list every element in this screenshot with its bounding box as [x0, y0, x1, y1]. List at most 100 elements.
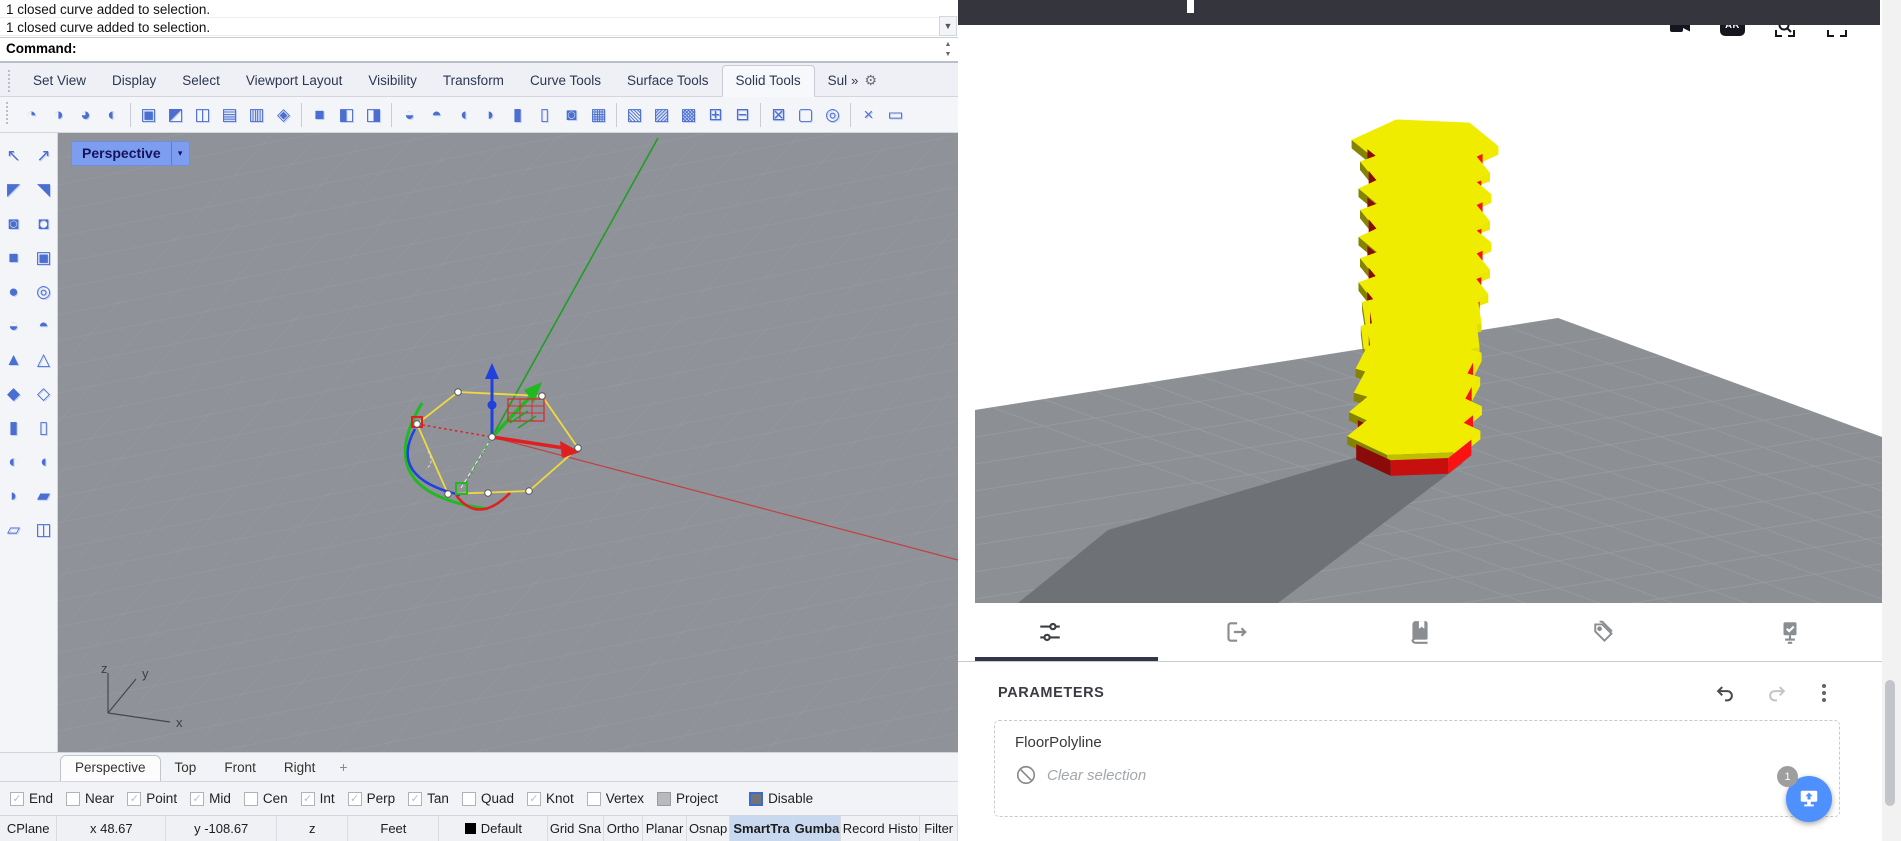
osnap-near[interactable]: Near [66, 791, 114, 806]
status-smarttra[interactable]: SmartTra [730, 816, 793, 841]
slab-icon[interactable]: ▰ [31, 483, 56, 508]
status-z[interactable]: z [277, 816, 348, 841]
status-default[interactable]: Default [439, 816, 548, 841]
status-record-histo[interactable]: Record Histo [841, 816, 920, 841]
gumball-z-dot[interactable] [488, 401, 497, 410]
viewport-canvas[interactable]: z y x [58, 133, 958, 752]
pipe-round-icon[interactable]: ◗ [1, 483, 26, 508]
unroll-surface-icon[interactable]: ⊞ [702, 101, 729, 128]
extract-surface-icon[interactable]: ▢ [792, 101, 819, 128]
tab-overflow-chevron-icon[interactable]: » [849, 66, 860, 96]
extrude-straight-icon[interactable]: ■ [306, 101, 333, 128]
viewport-menu-chevron-icon[interactable]: ▾ [171, 142, 189, 165]
menu-tab-transform[interactable]: Transform [430, 66, 517, 96]
status-feet[interactable]: Feet [348, 816, 439, 841]
osnap-int-checkbox[interactable] [301, 792, 315, 806]
cap-planar-holes-icon[interactable]: ◒ [396, 101, 423, 128]
viewport-tab-right[interactable]: Right [270, 756, 330, 781]
box-icon[interactable]: ▣ [135, 101, 162, 128]
pointer-icon[interactable]: ↖ [1, 143, 26, 168]
drag-grip-icon[interactable] [6, 102, 12, 124]
status-y-108-67[interactable]: y -108.67 [166, 816, 277, 841]
explode-icon[interactable]: ◙ [1, 211, 26, 236]
osnap-knot[interactable]: Knot [527, 791, 574, 806]
viewer-3d-canvas[interactable] [958, 25, 1882, 603]
status-cplane[interactable]: CPlane [0, 816, 57, 841]
osnap-vertex-checkbox[interactable] [587, 792, 601, 806]
osnap-disable[interactable]: Disable [749, 791, 813, 806]
blend-edge-icon[interactable]: ▩ [675, 101, 702, 128]
extract-wireframe-icon[interactable]: ◘ [31, 211, 56, 236]
osnap-disable-checkbox[interactable] [749, 792, 763, 806]
menu-tab-curve-tools[interactable]: Curve Tools [517, 66, 614, 96]
menu-tab-set-view[interactable]: Set View [20, 66, 99, 96]
torus-icon[interactable]: ◐ [1, 449, 26, 474]
drag-grip-icon[interactable] [8, 70, 14, 92]
osnap-project-checkbox[interactable] [657, 792, 671, 806]
undo-icon[interactable] [1714, 682, 1736, 704]
osnap-point-checkbox[interactable] [127, 792, 141, 806]
osnap-tan-checkbox[interactable] [408, 792, 422, 806]
more-options-icon[interactable] [1818, 682, 1830, 704]
osnap-int[interactable]: Int [301, 791, 335, 806]
box-corners-icon[interactable]: ▣ [31, 245, 56, 270]
viewport-title[interactable]: Perspective [72, 142, 171, 165]
boolean-two-objects-icon[interactable]: ◈ [270, 101, 297, 128]
boolean-union-icon[interactable]: ◔ [18, 101, 45, 128]
delete-face-icon[interactable]: × [855, 101, 882, 128]
osnap-end[interactable]: End [10, 791, 53, 806]
menu-tab-surface-tools[interactable]: Surface Tools [614, 66, 722, 96]
hemisphere-icon[interactable]: ◓ [31, 313, 56, 338]
status-ortho[interactable]: Ortho [604, 816, 644, 841]
status-gumba[interactable]: Gumba [794, 816, 842, 841]
extrude-normal-icon[interactable]: ◓ [423, 101, 450, 128]
add-viewport-icon[interactable]: + [329, 755, 357, 781]
osnap-end-checkbox[interactable] [10, 792, 24, 806]
offset-surface-icon[interactable]: ▦ [585, 101, 612, 128]
menu-tab-display[interactable]: Display [99, 66, 169, 96]
osnap-mid-checkbox[interactable] [190, 792, 204, 806]
status-filter[interactable]: Filter [920, 816, 958, 841]
extrude-to-point-icon[interactable]: ◗ [477, 101, 504, 128]
command-prompt[interactable]: Command: ▲▼ [0, 38, 958, 63]
pipe-flat-icon[interactable]: ◖ [31, 449, 56, 474]
extrude-tapered-icon[interactable]: ◨ [360, 101, 387, 128]
osnap-point[interactable]: Point [127, 791, 177, 806]
ellipsoid-icon[interactable]: ◒ [1, 313, 26, 338]
cone-icon[interactable]: ▲ [1, 347, 26, 372]
boolean-intersection-icon[interactable]: ◕ [72, 101, 99, 128]
menu-tab-select[interactable]: Select [169, 66, 233, 96]
panel-grid-custom-icon[interactable]: ⊠ [765, 101, 792, 128]
menu-tab-overflow[interactable]: Sul [815, 66, 850, 96]
viewer-tab-model-confirm[interactable] [1697, 603, 1882, 661]
mirror-solid-icon[interactable]: ◫ [189, 101, 216, 128]
truncated-pyramid-icon[interactable]: ◇ [31, 381, 56, 406]
box-corners-icon[interactable]: ◩ [162, 101, 189, 128]
command-history[interactable]: 1 closed curve added to selection. 1 clo… [0, 0, 958, 38]
osnap-cen-checkbox[interactable] [244, 792, 258, 806]
sphere-3pt-icon[interactable]: ◎ [31, 279, 56, 304]
gear-icon[interactable]: ⚙ [860, 66, 881, 96]
osnap-project[interactable]: Project [657, 791, 718, 806]
osnap-quad-checkbox[interactable] [462, 792, 476, 806]
osnap-vertex[interactable]: Vertex [587, 791, 644, 806]
box-stack-icon[interactable]: ▤ [216, 101, 243, 128]
viewport-title-tab[interactable]: Perspective ▾ [72, 142, 189, 165]
selected-hexagon-curve[interactable] [417, 392, 578, 494]
osnap-tan[interactable]: Tan [408, 791, 449, 806]
status-osnap[interactable]: Osnap [687, 816, 731, 841]
status-x-48-67[interactable]: x 48.67 [57, 816, 166, 841]
osnap-perp-checkbox[interactable] [348, 792, 362, 806]
scrollbar-thumb[interactable] [1885, 680, 1895, 806]
boolean-split-icon[interactable]: ◐ [99, 101, 126, 128]
boolean-difference-icon[interactable]: ◑ [45, 101, 72, 128]
fillet-edge-icon[interactable]: ▨ [648, 101, 675, 128]
history-scroll-down-icon[interactable]: ▼ [939, 16, 957, 36]
osnap-near-checkbox[interactable] [66, 792, 80, 806]
control-points[interactable] [414, 389, 582, 498]
osnap-mid[interactable]: Mid [190, 791, 231, 806]
status-grid-sna[interactable]: Grid Sna [548, 816, 603, 841]
status-planar[interactable]: Planar [643, 816, 687, 841]
osnap-quad[interactable]: Quad [462, 791, 514, 806]
clear-selection-button[interactable]: Clear selection [1015, 764, 1819, 786]
